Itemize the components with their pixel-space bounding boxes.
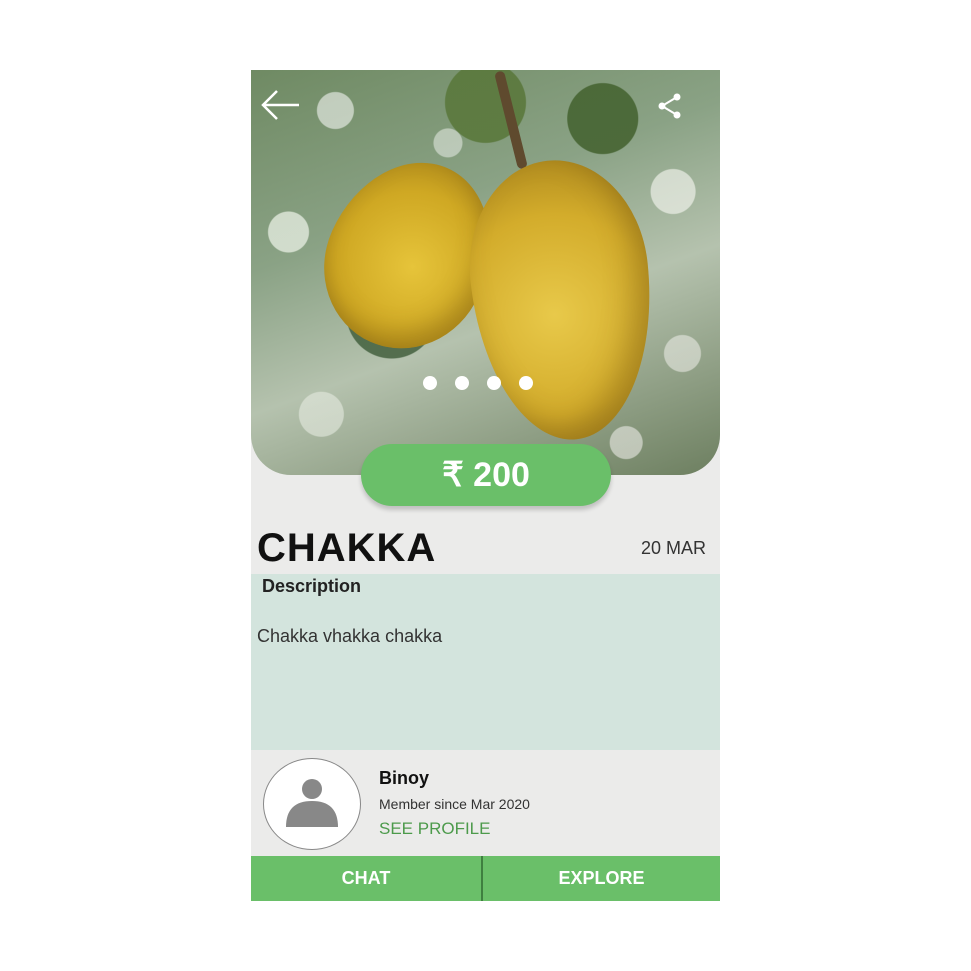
carousel-indicators xyxy=(423,376,533,390)
listing-date: 20 MAR xyxy=(640,538,706,558)
chat-button[interactable]: CHAT xyxy=(251,856,483,901)
share-icon xyxy=(658,93,681,119)
product-image-carousel[interactable] xyxy=(251,70,720,475)
description-panel xyxy=(251,574,720,750)
price-badge: ₹ 200 xyxy=(361,444,611,506)
product-detail-screen: ₹ 200 CHAKKA 20 MAR Description Chakka v… xyxy=(251,70,720,901)
jackfruit-image-right xyxy=(458,151,666,449)
bottom-action-bar: CHAT EXPLORE xyxy=(251,856,720,901)
product-title: CHAKKA xyxy=(257,526,437,570)
description-label: Description xyxy=(262,576,362,596)
carousel-dot[interactable] xyxy=(455,376,469,390)
member-since: Member since Mar 2020 xyxy=(379,796,530,812)
seller-name: Binoy xyxy=(379,768,430,788)
carousel-dot[interactable] xyxy=(487,376,501,390)
see-profile-link[interactable]: SEE PROFILE xyxy=(379,819,490,839)
back-arrow-icon xyxy=(261,90,299,120)
carousel-dot[interactable] xyxy=(519,376,533,390)
person-icon xyxy=(286,779,338,827)
back-button[interactable] xyxy=(259,88,301,122)
fruit-stem xyxy=(494,70,528,170)
avatar[interactable] xyxy=(263,758,361,850)
share-button[interactable] xyxy=(656,92,684,120)
carousel-dot[interactable] xyxy=(423,376,437,390)
explore-button[interactable]: EXPLORE xyxy=(483,856,720,901)
description-text: Chakka vhakka chakka xyxy=(257,626,443,646)
